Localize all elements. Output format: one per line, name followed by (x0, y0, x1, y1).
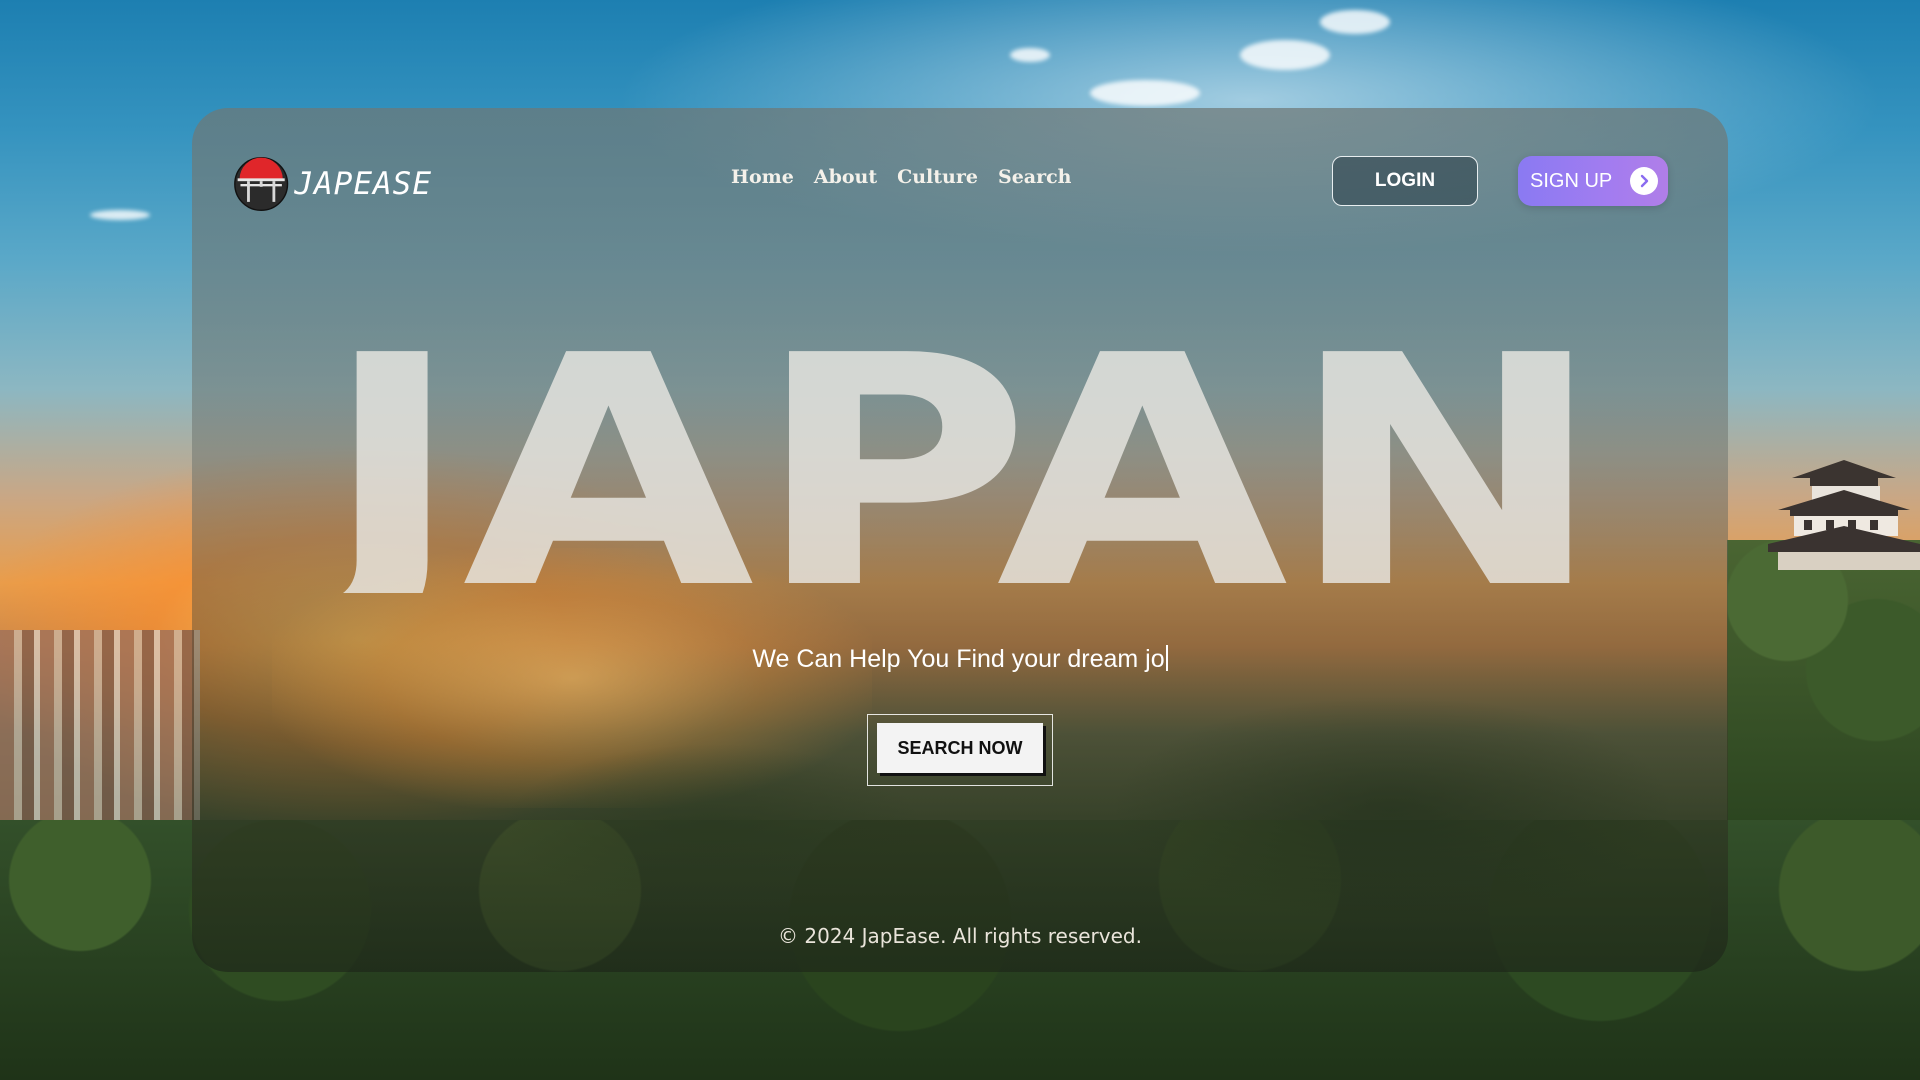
signup-button[interactable]: SIGN UP (1518, 156, 1668, 206)
logo-wordmark: JAPEASE (294, 166, 432, 202)
signup-button-label: SIGN UP (1530, 169, 1613, 192)
tagline-text: We Can Help You Find your dream jo (752, 645, 1165, 673)
nav-search[interactable]: Search (998, 166, 1072, 188)
search-now-button[interactable]: SEARCH NOW (877, 723, 1043, 773)
hero-card: JAPEASE Home About Culture Search LOGIN … (192, 108, 1728, 972)
cloud (1240, 40, 1330, 70)
login-button[interactable]: LOGIN (1332, 156, 1478, 206)
cloud (90, 210, 150, 220)
logo[interactable]: JAPEASE (232, 152, 432, 216)
footer-copyright: © 2024 JapEase. All rights reserved. (778, 924, 1142, 948)
background-trees (1727, 540, 1920, 840)
chevron-right-icon (1630, 167, 1658, 195)
cloud (1320, 10, 1390, 34)
background-city (0, 630, 200, 850)
cloud (1090, 80, 1200, 106)
typing-cursor (1165, 645, 1168, 671)
hero-title: JAPAN (318, 343, 1604, 593)
login-button-label: LOGIN (1374, 170, 1436, 191)
hero-tagline: We Can Help You Find your dream jo (192, 645, 1728, 674)
nav-home[interactable]: Home (731, 166, 794, 188)
cloud (1010, 48, 1050, 62)
search-now-frame: SEARCH NOW (867, 714, 1053, 786)
castle-illustration (1768, 460, 1920, 570)
hero-title-text: JAPAN (318, 343, 1604, 593)
torii-gate-sun-icon (234, 156, 289, 212)
main-nav: Home About Culture Search (731, 166, 1071, 188)
nav-about[interactable]: About (814, 166, 877, 188)
search-now-label: SEARCH NOW (897, 737, 1023, 758)
nav-culture[interactable]: Culture (897, 166, 978, 188)
